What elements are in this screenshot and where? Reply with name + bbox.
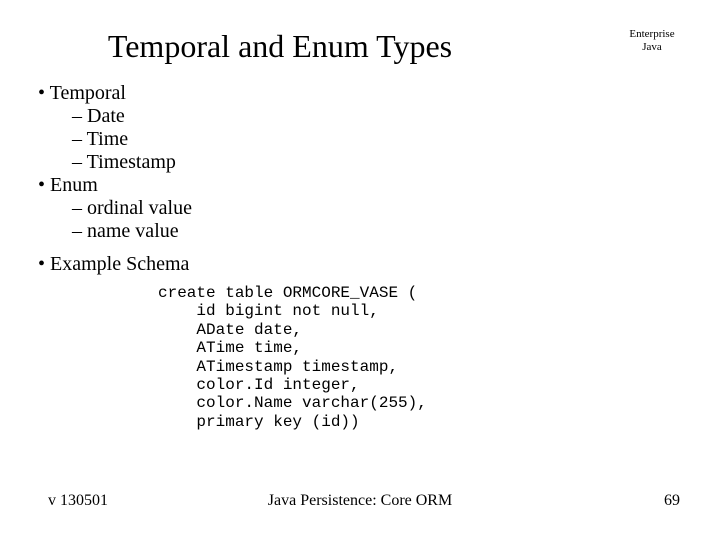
sub-item: Time: [72, 128, 682, 151]
slide: Temporal and Enum Types Enterprise Java …: [0, 0, 720, 540]
bullet-label: Example Schema: [50, 253, 189, 275]
footer-page-number: 69: [664, 492, 680, 510]
corner-line2: Java: [612, 41, 692, 54]
sub-item: ordinal value: [72, 197, 682, 220]
code-block: create table ORMCORE_VASE ( id bigint no…: [158, 284, 682, 431]
top-list: Temporal Date Time Timestamp Enum ordina…: [38, 82, 682, 243]
temporal-sublist: Date Time Timestamp: [72, 105, 682, 174]
slide-title: Temporal and Enum Types: [0, 28, 560, 65]
spacer: [38, 243, 682, 253]
corner-label: Enterprise Java: [612, 28, 692, 53]
sub-item: Date: [72, 105, 682, 128]
enum-sublist: ordinal value name value: [72, 197, 682, 243]
bullet-example-schema: Example Schema: [38, 253, 682, 276]
sub-item: Timestamp: [72, 151, 682, 174]
sub-item: name value: [72, 220, 682, 243]
footer-title: Java Persistence: Core ORM: [0, 492, 720, 510]
example-list: Example Schema: [38, 253, 682, 276]
corner-line1: Enterprise: [612, 28, 692, 41]
bullet-label: Temporal: [50, 82, 126, 104]
bullet-temporal: Temporal Date Time Timestamp: [38, 82, 682, 174]
bullet-label: Enum: [50, 174, 98, 196]
bullet-enum: Enum ordinal value name value: [38, 174, 682, 243]
slide-body: Temporal Date Time Timestamp Enum ordina…: [38, 82, 682, 431]
